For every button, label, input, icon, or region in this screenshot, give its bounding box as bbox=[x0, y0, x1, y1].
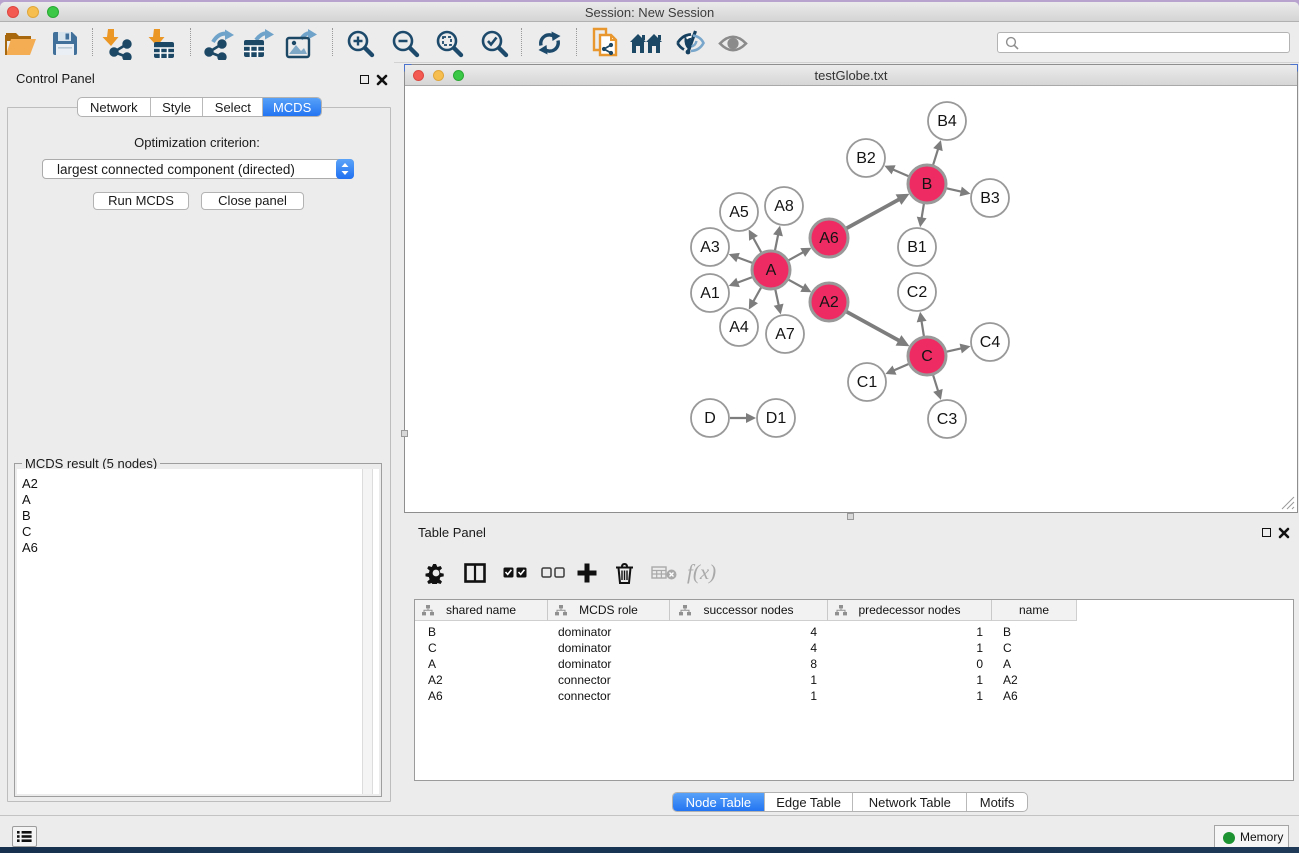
svg-text:A: A bbox=[766, 262, 777, 279]
svg-text:B2: B2 bbox=[856, 150, 876, 167]
svg-text:A6: A6 bbox=[819, 230, 839, 247]
svg-text:C3: C3 bbox=[937, 411, 958, 428]
svg-text:B4: B4 bbox=[937, 113, 957, 130]
svg-text:A4: A4 bbox=[729, 319, 749, 336]
svg-text:A3: A3 bbox=[700, 239, 720, 256]
svg-text:C4: C4 bbox=[980, 334, 1001, 351]
svg-text:D1: D1 bbox=[766, 410, 787, 427]
svg-text:B1: B1 bbox=[907, 239, 927, 256]
svg-text:B3: B3 bbox=[980, 190, 1000, 207]
svg-text:C1: C1 bbox=[857, 374, 878, 391]
svg-text:A7: A7 bbox=[775, 326, 795, 343]
svg-text:C: C bbox=[921, 348, 933, 365]
svg-text:C2: C2 bbox=[907, 284, 928, 301]
svg-text:D: D bbox=[704, 410, 716, 427]
svg-text:A5: A5 bbox=[729, 204, 749, 221]
svg-text:A2: A2 bbox=[819, 294, 839, 311]
svg-text:B: B bbox=[922, 176, 933, 193]
svg-text:A8: A8 bbox=[774, 198, 794, 215]
svg-text:A1: A1 bbox=[700, 285, 720, 302]
